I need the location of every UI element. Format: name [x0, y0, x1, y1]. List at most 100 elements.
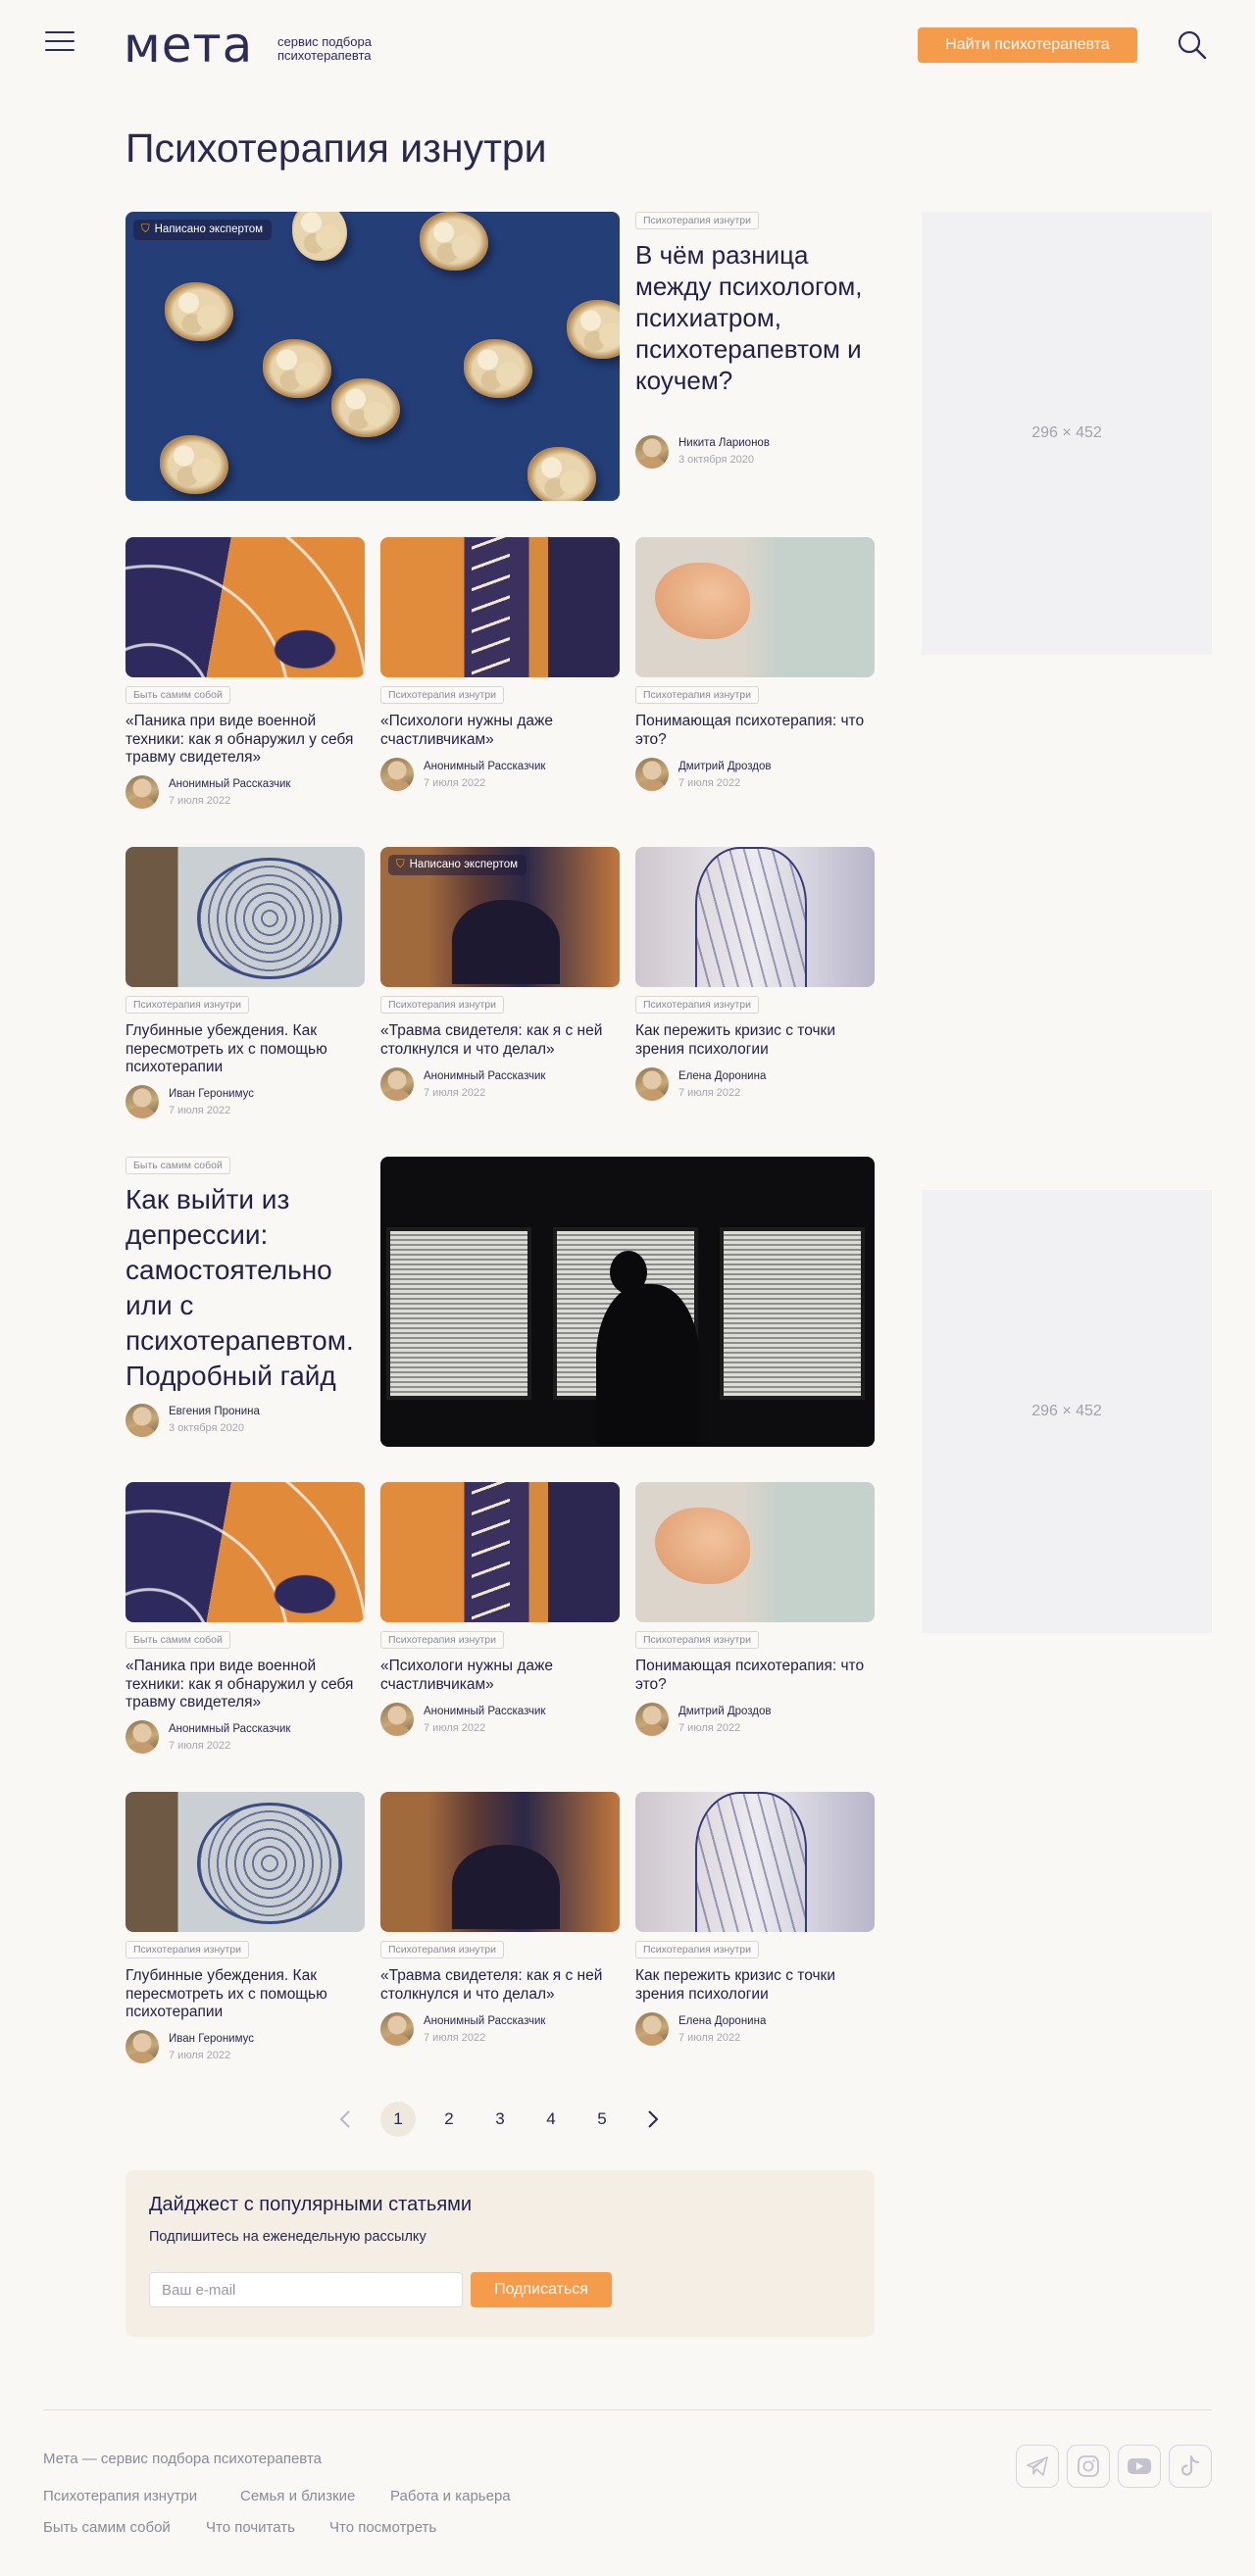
article-image[interactable] — [635, 1792, 875, 1932]
featured-article-image[interactable] — [380, 1157, 875, 1447]
author-name[interactable]: Евгения Пронина — [169, 1406, 260, 1417]
article-date: 3 октября 2020 — [169, 1422, 244, 1434]
logo-subtitle: сервис подбора психотерапевта — [277, 35, 372, 63]
hamburger-icon — [45, 31, 75, 33]
author-name[interactable]: Иван Геронимус — [169, 1088, 254, 1100]
article-tag[interactable]: Психотерапия изнутри — [380, 1941, 505, 1958]
article-title[interactable]: Как пережить кризис с точки зрения психо… — [635, 1967, 875, 2004]
article-title[interactable]: «Психологи нужны даже счастливчикам» — [380, 1658, 620, 1694]
author-name[interactable]: Елена Доронина — [678, 2015, 766, 2027]
article-image[interactable] — [380, 1482, 620, 1622]
footer-link[interactable]: Семья и близкие — [240, 2488, 355, 2504]
avatar — [635, 1703, 669, 1736]
featured-article-title[interactable]: В чём разница между психологом, психиатр… — [635, 239, 871, 396]
menu-button[interactable] — [45, 31, 75, 53]
author-name[interactable]: Анонимный Рассказчик — [424, 1070, 545, 1082]
author-name[interactable]: Анонимный Рассказчик — [424, 2015, 545, 2027]
article-date: 3 октября 2020 — [678, 454, 754, 466]
author-name[interactable]: Дмитрий Дроздов — [678, 1706, 772, 1717]
footer-link[interactable]: Что почитать — [206, 2519, 295, 2536]
article-date: 7 июля 2022 — [169, 1740, 231, 1752]
featured-article-title[interactable]: Как выйти из депрессии: самостоятельно и… — [126, 1182, 371, 1394]
article-tag[interactable]: Психотерапия изнутри — [380, 1631, 505, 1649]
article-title[interactable]: Как пережить кризис с точки зрения психо… — [635, 1022, 875, 1059]
search-icon[interactable] — [1177, 29, 1208, 61]
article-tag[interactable]: Психотерапия изнутри — [635, 1631, 760, 1649]
article-tag[interactable]: Быть самим собой — [126, 686, 230, 704]
article-tag[interactable]: Быть самим собой — [126, 1631, 230, 1649]
article-tag[interactable]: Психотерапия изнутри — [635, 686, 760, 704]
article-title[interactable]: «Психологи нужны даже счастливчикам» — [380, 713, 620, 749]
article-tag[interactable]: Быть самим собой — [126, 1157, 230, 1174]
author-name[interactable]: Елена Доронина — [678, 1070, 766, 1082]
email-field[interactable] — [149, 2272, 463, 2307]
article-title[interactable]: «Травма свидетеля: как я с ней столкнулс… — [380, 1022, 620, 1059]
author-name[interactable]: Никита Ларионов — [678, 437, 770, 449]
digest-subtitle: Подпишитесь на еженедельную рассылку — [149, 2229, 427, 2245]
find-therapist-button[interactable]: Найти психотерапевта — [918, 27, 1137, 63]
article-date: 7 июля 2022 — [678, 777, 741, 789]
footer-brand: Мета — сервис подбора психотерапевта — [43, 2451, 322, 2467]
page-3[interactable]: 3 — [482, 2102, 518, 2137]
article-tag[interactable]: Психотерапия изнутри — [380, 996, 505, 1014]
chevron-left-icon[interactable] — [329, 2102, 361, 2137]
article-title[interactable]: Понимающая психотерапия: что это? — [635, 713, 875, 749]
article-image[interactable] — [380, 537, 620, 677]
article-image[interactable] — [126, 1482, 365, 1622]
page-1[interactable]: 1 — [380, 2102, 416, 2137]
article-image[interactable] — [635, 847, 875, 987]
article-title[interactable]: Глубинные убеждения. Как пересмотреть их… — [126, 1022, 365, 1077]
article-tag[interactable]: Психотерапия изнутри — [635, 996, 760, 1014]
author-name[interactable]: Анонимный Рассказчик — [424, 761, 545, 772]
page-2[interactable]: 2 — [431, 2102, 467, 2137]
telegram-icon[interactable] — [1016, 2445, 1059, 2488]
hamburger-icon-line — [45, 40, 75, 42]
article-date: 7 июля 2022 — [169, 795, 231, 807]
avatar — [635, 758, 669, 791]
footer-link[interactable]: Что посмотреть — [329, 2519, 436, 2536]
article-image[interactable] — [126, 847, 365, 987]
page-title: Психотерапия изнутри — [126, 125, 547, 171]
article-title[interactable]: «Паника при виде военной техники: как я … — [126, 713, 365, 768]
article-image[interactable]: ⛉ Написано экспертом — [380, 847, 620, 987]
expert-badge: ⛉ Написано экспертом — [133, 220, 273, 240]
author-name[interactable]: Иван Геронимус — [169, 2033, 254, 2045]
expert-badge-label: Написано экспертом — [154, 223, 264, 235]
author-name[interactable]: Анонимный Рассказчик — [169, 1723, 290, 1735]
article-title[interactable]: «Травма свидетеля: как я с ней столкнулс… — [380, 1967, 620, 2004]
article-date: 7 июля 2022 — [424, 1087, 486, 1099]
article-date: 7 июля 2022 — [169, 2050, 231, 2061]
avatar — [126, 1720, 159, 1754]
article-title[interactable]: Глубинные убеждения. Как пересмотреть их… — [126, 1967, 365, 2022]
youtube-icon[interactable] — [1118, 2445, 1161, 2488]
article-tag[interactable]: Психотерапия изнутри — [126, 996, 250, 1014]
author-name[interactable]: Анонимный Рассказчик — [169, 778, 290, 790]
page-5[interactable]: 5 — [584, 2102, 620, 2137]
footer-link[interactable]: Работа и карьера — [390, 2488, 511, 2504]
subscribe-button[interactable]: Подписаться — [471, 2272, 612, 2307]
avatar — [126, 1085, 159, 1118]
article-image[interactable] — [126, 537, 365, 677]
instagram-icon[interactable] — [1067, 2445, 1110, 2488]
article-image[interactable] — [126, 1792, 365, 1932]
article-tag[interactable]: Психотерапия изнутри — [126, 1941, 250, 1958]
article-date: 7 июля 2022 — [678, 2032, 741, 2044]
logo[interactable]: мета — [124, 18, 253, 73]
author-name[interactable]: Дмитрий Дроздов — [678, 761, 772, 772]
page-4[interactable]: 4 — [533, 2102, 569, 2137]
tiktok-icon[interactable] — [1169, 2445, 1212, 2488]
article-tag[interactable]: Психотерапия изнутри — [380, 686, 505, 704]
chevron-right-icon[interactable] — [637, 2102, 669, 2137]
article-tag[interactable]: Психотерапия изнутри — [635, 1941, 760, 1958]
footer-link[interactable]: Психотерапия изнутри — [43, 2488, 197, 2504]
article-image[interactable] — [635, 1482, 875, 1622]
article-image[interactable] — [380, 1792, 620, 1932]
author-name[interactable]: Анонимный Рассказчик — [424, 1706, 545, 1717]
article-image[interactable] — [635, 537, 875, 677]
article-title[interactable]: «Паника при виде военной техники: как я … — [126, 1658, 365, 1712]
featured-article-image[interactable]: ⛉ Написано экспертом — [126, 212, 620, 501]
avatar — [126, 1404, 159, 1437]
article-title[interactable]: Понимающая психотерапия: что это? — [635, 1658, 875, 1694]
footer-link[interactable]: Быть самим собой — [43, 2519, 171, 2536]
article-tag[interactable]: Психотерапия изнутри — [635, 212, 760, 229]
